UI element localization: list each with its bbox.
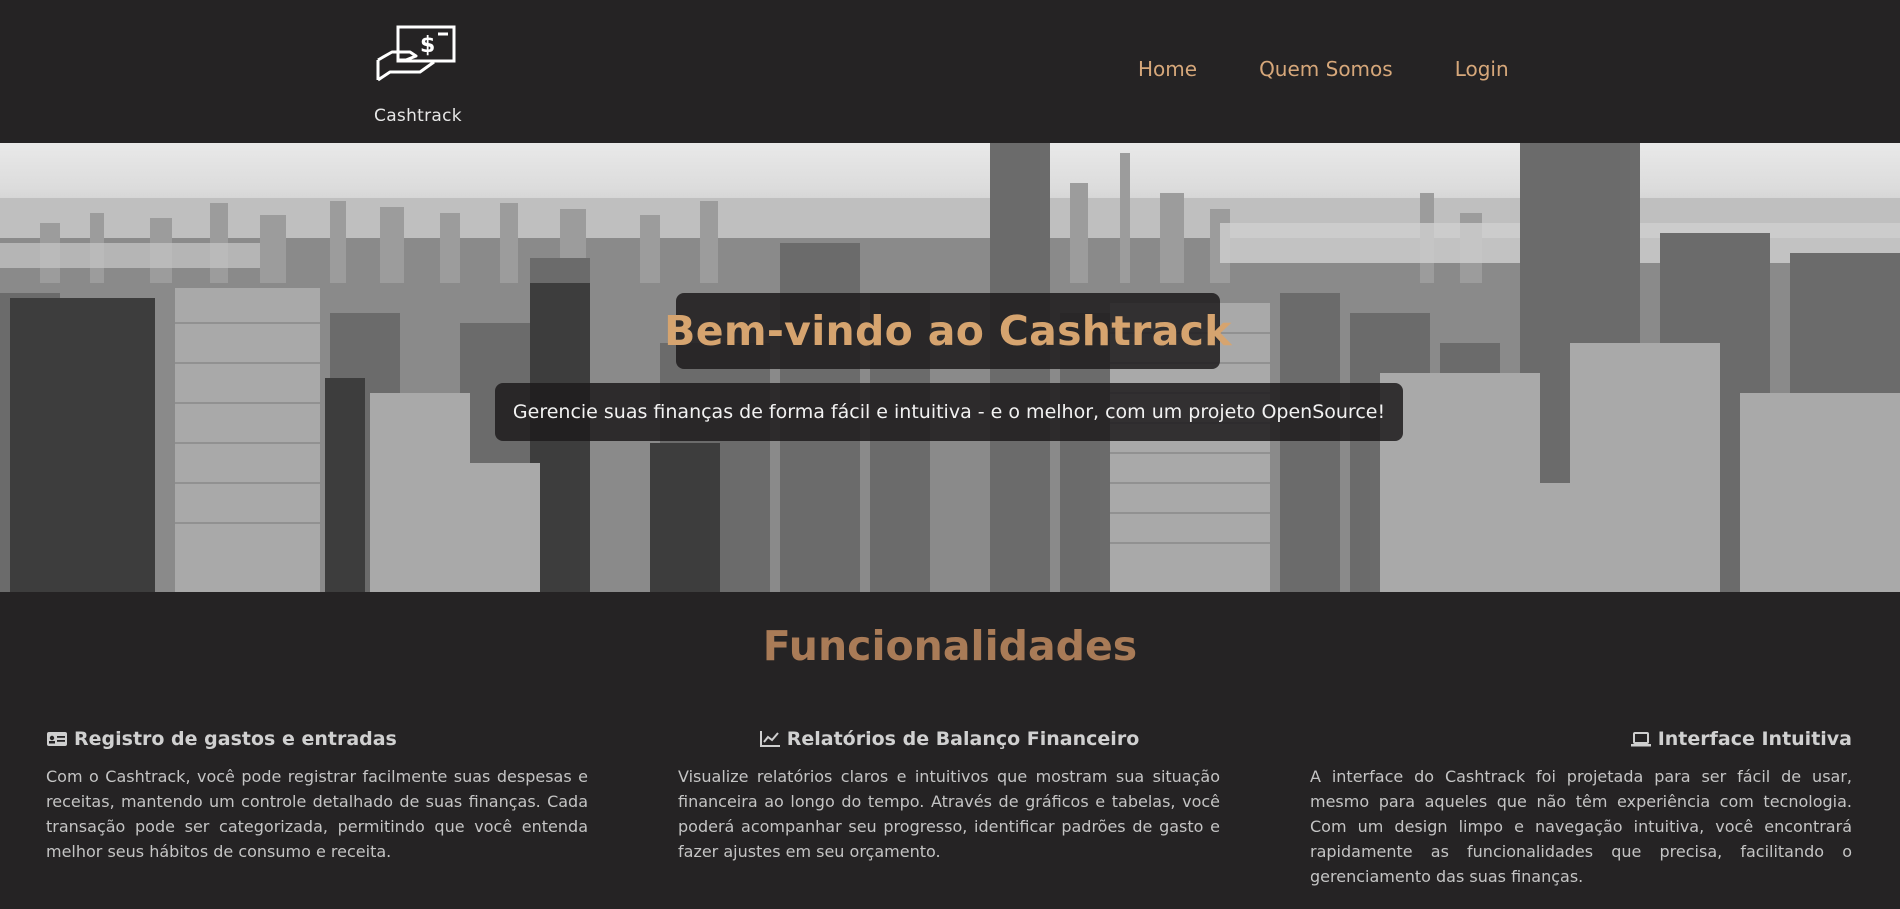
features-title: Funcionalidades [762, 622, 1138, 670]
site-header: $ Cashtrack Home Quem Somos Login [0, 0, 1900, 143]
feature-description: Com o Cashtrack, você pode registrar fac… [46, 767, 588, 861]
nav-login[interactable]: Login [1455, 57, 1509, 81]
feature-heading: Interface Intuitiva [1310, 728, 1852, 750]
feature-description: Visualize relatórios claros e intuitivos… [678, 767, 1220, 861]
id-card-icon [47, 732, 67, 746]
nav-home[interactable]: Home [1138, 57, 1197, 81]
nav-quem-somos[interactable]: Quem Somos [1259, 57, 1393, 81]
brand-logo[interactable]: $ Cashtrack [372, 24, 464, 128]
hero-subtitle-box: Gerencie suas finanças de forma fácil e … [495, 383, 1403, 441]
hero-banner: Bem-vindo ao Cashtrack Gerencie suas fin… [0, 143, 1900, 592]
feature-interface: Interface Intuitiva A interface do Casht… [1310, 728, 1852, 889]
line-chart-icon [759, 731, 780, 747]
feature-title: Relatórios de Balanço Financeiro [786, 728, 1140, 750]
feature-registro: Registro de gastos e entradas Com o Cash… [46, 728, 588, 864]
laptop-icon [1630, 732, 1651, 747]
feature-title: Interface Intuitiva [1657, 728, 1852, 750]
main-nav: Home Quem Somos Login [1138, 57, 1509, 81]
feature-heading: Relatórios de Balanço Financeiro [678, 728, 1220, 750]
hero-title-box: Bem-vindo ao Cashtrack [664, 293, 1232, 369]
feature-relatorios: Relatórios de Balanço Financeiro Visuali… [678, 728, 1220, 864]
feature-title: Registro de gastos e entradas [74, 728, 397, 750]
hero-title: Bem-vindo ao Cashtrack [664, 307, 1232, 355]
brand-name: Cashtrack [374, 106, 462, 126]
hand-holding-dollar-bill-icon: $ [376, 25, 456, 82]
feature-description: A interface do Cashtrack foi projetada p… [1310, 767, 1852, 886]
svg-text:$: $ [420, 33, 435, 58]
hero-subtitle: Gerencie suas finanças de forma fácil e … [512, 401, 1386, 423]
feature-heading: Registro de gastos e entradas [46, 728, 588, 750]
